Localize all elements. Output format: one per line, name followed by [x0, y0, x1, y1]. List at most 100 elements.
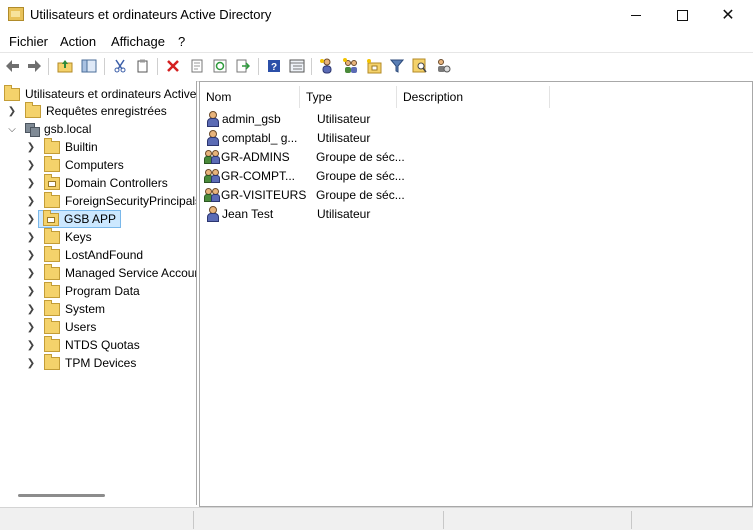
tree-item-computers[interactable]: ❯ Computers [26, 155, 124, 174]
ou-icon [43, 209, 59, 226]
close-button[interactable]: ✕ [705, 0, 751, 30]
chevron-right-icon[interactable]: ❯ [26, 160, 36, 171]
copy-icon[interactable] [134, 57, 152, 75]
status-separator [631, 511, 632, 529]
list-row-admin-gsb[interactable]: admin_gsb Utilisateur [205, 109, 412, 128]
folder-icon [44, 317, 60, 334]
tree-item-keys[interactable]: ❯ Keys [26, 227, 92, 246]
tree-item-tpm-devices[interactable]: ❯ TPM Devices [26, 353, 136, 372]
column-header-description[interactable]: Description [397, 86, 550, 108]
tree-item-label: Builtin [65, 140, 98, 154]
find-icon[interactable] [411, 57, 429, 75]
forward-arrow-icon[interactable] [25, 57, 43, 75]
minimize-button[interactable] [613, 0, 659, 30]
show-hide-console-tree-icon[interactable] [80, 57, 98, 75]
chevron-right-icon[interactable]: ❯ [26, 340, 36, 351]
add-to-group-icon[interactable] [434, 57, 452, 75]
toolbar: ? [0, 52, 753, 82]
menu-affichage[interactable]: Affichage [111, 34, 165, 49]
menu-fichier[interactable]: Fichier [9, 34, 48, 49]
tree-item-saved-queries[interactable]: ❯ Requêtes enregistrées [7, 101, 167, 120]
svg-text:?: ? [271, 62, 277, 73]
tree-item-users[interactable]: ❯ Users [26, 317, 96, 336]
row-name: comptabl_ g... [222, 130, 298, 145]
list-row-jean-test[interactable]: Jean Test Utilisateur [205, 204, 412, 223]
aduc-root-icon [4, 84, 20, 101]
back-arrow-icon[interactable] [4, 57, 22, 75]
folder-icon [44, 299, 60, 316]
list-row-gr-admins[interactable]: GR-ADMINS Groupe de séc... [204, 147, 411, 166]
new-group-icon[interactable] [342, 57, 360, 75]
chevron-right-icon[interactable]: ❯ [26, 286, 36, 297]
maximize-button[interactable] [659, 0, 705, 30]
list-row-gr-compt[interactable]: GR-COMPT... Groupe de séc... [204, 166, 411, 185]
tree-item-foreign-security-principals[interactable]: ❯ ForeignSecurityPrincipals [26, 191, 196, 210]
chevron-right-icon[interactable]: ❯ [26, 196, 36, 207]
chevron-right-icon[interactable]: ❯ [26, 250, 36, 261]
chevron-right-icon[interactable]: ❯ [26, 214, 36, 225]
tree-item-ntds-quotas[interactable]: ❯ NTDS Quotas [26, 335, 140, 354]
tree-item-gsb-app[interactable]: ❯ GSB APP [26, 209, 122, 228]
tree-item-domain-controllers[interactable]: ❯ Domain Controllers [26, 173, 168, 192]
chevron-right-icon[interactable]: ❯ [26, 358, 36, 369]
properties-icon[interactable] [188, 57, 206, 75]
row-name: Jean Test [222, 206, 274, 221]
tree-item-label: GSB APP [64, 212, 117, 226]
tree-item-managed-service-accounts[interactable]: ❯ Managed Service Accour [26, 263, 196, 282]
row-name: admin_gsb [222, 111, 281, 126]
minimize-icon [631, 14, 641, 16]
column-header-type[interactable]: Type [300, 86, 397, 108]
tree-item-label: Program Data [65, 284, 140, 298]
list-row-gr-visiteurs[interactable]: GR-VISITEURS Groupe de séc... [204, 185, 411, 204]
tree-root[interactable]: Utilisateurs et ordinateurs Active [4, 84, 196, 103]
chevron-right-icon[interactable]: ❯ [26, 304, 36, 315]
tree-item-label: LostAndFound [65, 248, 144, 262]
console-tree[interactable]: Utilisateurs et ordinateurs Active ❯ Req… [0, 81, 197, 505]
filter-icon[interactable] [388, 57, 406, 75]
column-header-nom[interactable]: Nom [200, 86, 300, 108]
menu-action[interactable]: Action [60, 34, 96, 49]
list-row-comptabl[interactable]: comptabl_ g... Utilisateur [205, 128, 412, 147]
refresh-icon[interactable] [211, 57, 229, 75]
row-name: GR-ADMINS [221, 149, 290, 164]
chevron-right-icon[interactable]: ❯ [26, 142, 36, 153]
chevron-right-icon[interactable]: ❯ [7, 106, 17, 117]
chevron-right-icon[interactable]: ❯ [26, 322, 36, 333]
up-folder-icon[interactable] [56, 57, 74, 75]
user-icon [205, 111, 220, 127]
row-type: Groupe de séc... [316, 168, 405, 183]
domain-icon [25, 123, 40, 137]
aduc-app-icon[interactable] [8, 7, 24, 21]
export-list-icon[interactable] [234, 57, 252, 75]
tree-item-label: Requêtes enregistrées [46, 104, 167, 118]
folder-icon [44, 227, 60, 244]
new-ou-icon[interactable] [365, 57, 383, 75]
cut-icon[interactable] [111, 57, 129, 75]
tree-item-label: gsb.local [44, 122, 92, 136]
tree-horizontal-scrollbar[interactable] [18, 494, 105, 497]
new-user-icon[interactable] [318, 57, 336, 75]
chevron-right-icon[interactable]: ❯ [26, 268, 36, 279]
delete-icon[interactable] [164, 57, 182, 75]
console-view-icon[interactable] [288, 57, 306, 75]
folder-icon [44, 191, 60, 208]
row-type: Groupe de séc... [316, 187, 405, 202]
details-list[interactable]: Nom Type Description admin_gsb Utilisate… [199, 81, 753, 507]
tree-selection-highlight[interactable]: GSB APP [38, 209, 122, 228]
tree-item-system[interactable]: ❯ System [26, 299, 106, 318]
tree-item-label: System [65, 302, 106, 316]
toolbar-separator [258, 58, 259, 75]
maximize-icon [676, 9, 688, 21]
folder-icon [44, 335, 60, 352]
chevron-right-icon[interactable]: ❯ [26, 178, 36, 189]
chevron-down-icon[interactable]: ⌵ [7, 124, 17, 135]
tree-item-program-data[interactable]: ❯ Program Data [26, 281, 140, 300]
folder-icon [44, 137, 60, 154]
help-icon[interactable]: ? [265, 57, 283, 75]
chevron-right-icon[interactable]: ❯ [26, 232, 36, 243]
tree-item-lost-and-found[interactable]: ❯ LostAndFound [26, 245, 144, 264]
tree-item-builtin[interactable]: ❯ Builtin [26, 137, 98, 156]
tree-item-label: Computers [65, 158, 124, 172]
menu-help[interactable]: ? [178, 34, 185, 49]
tree-item-domain[interactable]: ⌵ gsb.local [7, 120, 91, 138]
